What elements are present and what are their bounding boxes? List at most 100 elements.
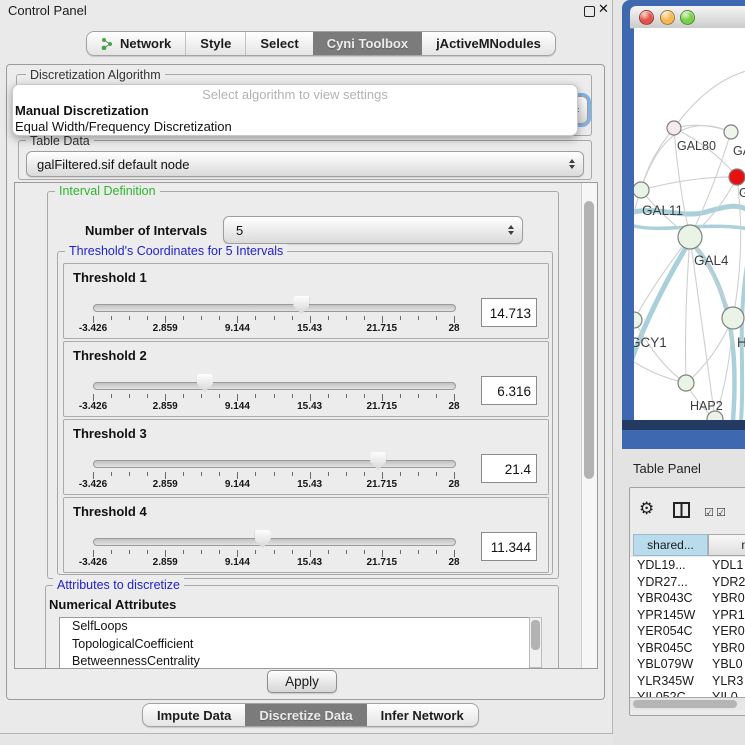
popup-item-manual-discretization[interactable]: Manual Discretization [13,103,577,119]
scrollbar-thumb[interactable] [633,700,737,708]
thick-edge [692,243,735,420]
threshold-block-4: Threshold 4-3.4262.8599.14415.4321.71528… [63,497,549,573]
table-row[interactable]: YBR043CYBR0 [630,590,745,607]
tick-label: -3.426 [79,479,107,490]
table-row[interactable]: YDL19...YDL1 [630,557,745,574]
slider-tick [292,316,293,320]
table-row[interactable]: YIL052CYIL0 [630,689,745,697]
checkbox-icon[interactable]: ☑ [704,506,714,519]
tab-label: Network [120,36,171,51]
threshold-value-field[interactable]: 14.713 [481,298,537,327]
tab-bottom-infer-network[interactable]: Infer Network [367,704,478,726]
network-window-titlebar[interactable] [630,6,745,29]
attributes-list-scrollbar[interactable] [529,617,542,668]
network-view-window[interactable]: GAL80GALGGAL11GAL4GCY1HHAP2 [622,0,745,449]
number-of-intervals-combobox[interactable]: 5 [223,216,523,244]
column-header-name[interactable]: na [708,534,745,556]
popup-item-equal-width-frequency-discretization[interactable]: Equal Width/Frequency Discretization [13,119,577,135]
slider-tick [237,316,238,323]
table-row[interactable]: YDR27...YDR2 [630,574,745,591]
slider-tick [292,394,293,398]
tab-label: Select [260,36,298,51]
table-row[interactable]: YBL079WYBL0 [630,656,745,673]
slider-tick [274,550,275,554]
slider-track[interactable] [93,460,456,468]
slider-tick [364,550,365,554]
edge [686,318,733,383]
scrollbar-thumb[interactable] [584,201,594,479]
slider-tick [93,550,94,557]
tab-jactivemnodules[interactable]: jActiveMNodules [422,32,555,55]
close-traffic-light-icon[interactable] [639,10,654,25]
network-canvas[interactable]: GAL80GALGGAL11GAL4GCY1HHAP2 [634,28,745,420]
tab-select[interactable]: Select [245,32,312,55]
minimize-traffic-light-icon[interactable] [660,10,675,25]
list-item-betweennesscentrality[interactable]: BetweennessCentrality [60,653,530,669]
panel-title: Control Panel [8,3,87,18]
slider-tick [201,550,202,554]
close-icon[interactable]: ✕ [598,1,609,17]
table-row[interactable]: YBR045CYBR0 [630,640,745,657]
slider-tick [382,316,383,323]
slider-tick [274,472,275,476]
apply-button[interactable]: Apply [267,670,337,693]
table-rows[interactable]: YDL19...YDL1YDR27...YDR2YBR043CYBR0YPR14… [630,557,745,697]
threshold-value-field[interactable]: 21.4 [481,454,537,483]
tab-bottom-impute-data[interactable]: Impute Data [143,704,245,726]
checkbox-icon[interactable]: ☑ [716,506,726,519]
float-window-icon[interactable] [584,6,595,17]
cell-name: YBR0 [712,590,745,607]
tick-label: -3.426 [79,323,107,334]
table-row[interactable]: YER054CYER0 [630,623,745,640]
network-node[interactable] [722,307,744,329]
scrollbar-thumb[interactable] [531,620,540,650]
tab-cyni-toolbox[interactable]: Cyni Toolbox [313,32,422,55]
threshold-label: Threshold 2 [73,348,147,363]
table-row[interactable]: YPR145WYPR1 [630,607,745,624]
tab-label: Discretize Data [259,708,352,723]
slider-tick [237,550,238,557]
tick-label: 2.859 [153,401,178,412]
column-layout-icon[interactable] [673,502,690,518]
threshold-value-field[interactable]: 6.316 [481,376,537,405]
table-horizontal-scrollbar[interactable] [630,697,745,710]
settings-scroll-pane: Interval Definition Number of Intervals … [14,182,598,669]
slider-tick [111,472,112,476]
column-header-shared-name[interactable]: shared... [633,534,708,556]
threshold-value-field[interactable]: 11.344 [481,532,537,561]
slider-tick [418,472,419,476]
network-node[interactable] [634,182,649,198]
slider-track[interactable] [93,382,456,390]
slider-track[interactable] [93,304,456,312]
network-node[interactable] [724,125,738,139]
slider-tick [310,472,311,479]
tab-bottom-discretize-data[interactable]: Discretize Data [245,704,366,726]
slider-tick [328,550,329,554]
network-node[interactable] [729,169,745,185]
network-node[interactable] [678,375,694,391]
network-node[interactable] [667,121,681,135]
network-node[interactable] [678,225,702,249]
table-row[interactable]: YLR345WYLR3 [630,673,745,690]
tick-label: 21.715 [367,323,398,334]
slider-tick [328,472,329,476]
tab-network[interactable]: Network [87,32,185,55]
pane-vertical-scrollbar[interactable] [581,183,597,668]
zoom-traffic-light-icon[interactable] [680,10,695,25]
tick-label: 21.715 [367,479,398,490]
gear-icon[interactable]: ⚙ [639,499,654,519]
slider-tick [165,550,166,557]
discretization-algorithm-label: Discretization Algorithm [26,68,165,82]
cell-name: YBL0 [712,656,743,673]
slider-track[interactable] [93,538,456,546]
tab-style[interactable]: Style [185,32,245,55]
table-data-combo-value: galFiltered.sif default node [37,152,189,176]
numerical-attributes-list[interactable]: SelfLoopsTopologicalCoefficientBetweenne… [59,617,531,669]
network-node[interactable] [634,312,642,328]
list-item-topologicalcoefficient[interactable]: TopologicalCoefficient [60,636,530,654]
list-item-selfloops[interactable]: SelfLoops [60,618,530,636]
slider-tick [454,394,455,401]
threshold-block-3: Threshold 3-3.4262.8599.14415.4321.71528… [63,419,549,495]
attributes-group-label: Attributes to discretize [53,578,184,592]
table-data-combobox[interactable]: galFiltered.sif default node [26,151,584,177]
